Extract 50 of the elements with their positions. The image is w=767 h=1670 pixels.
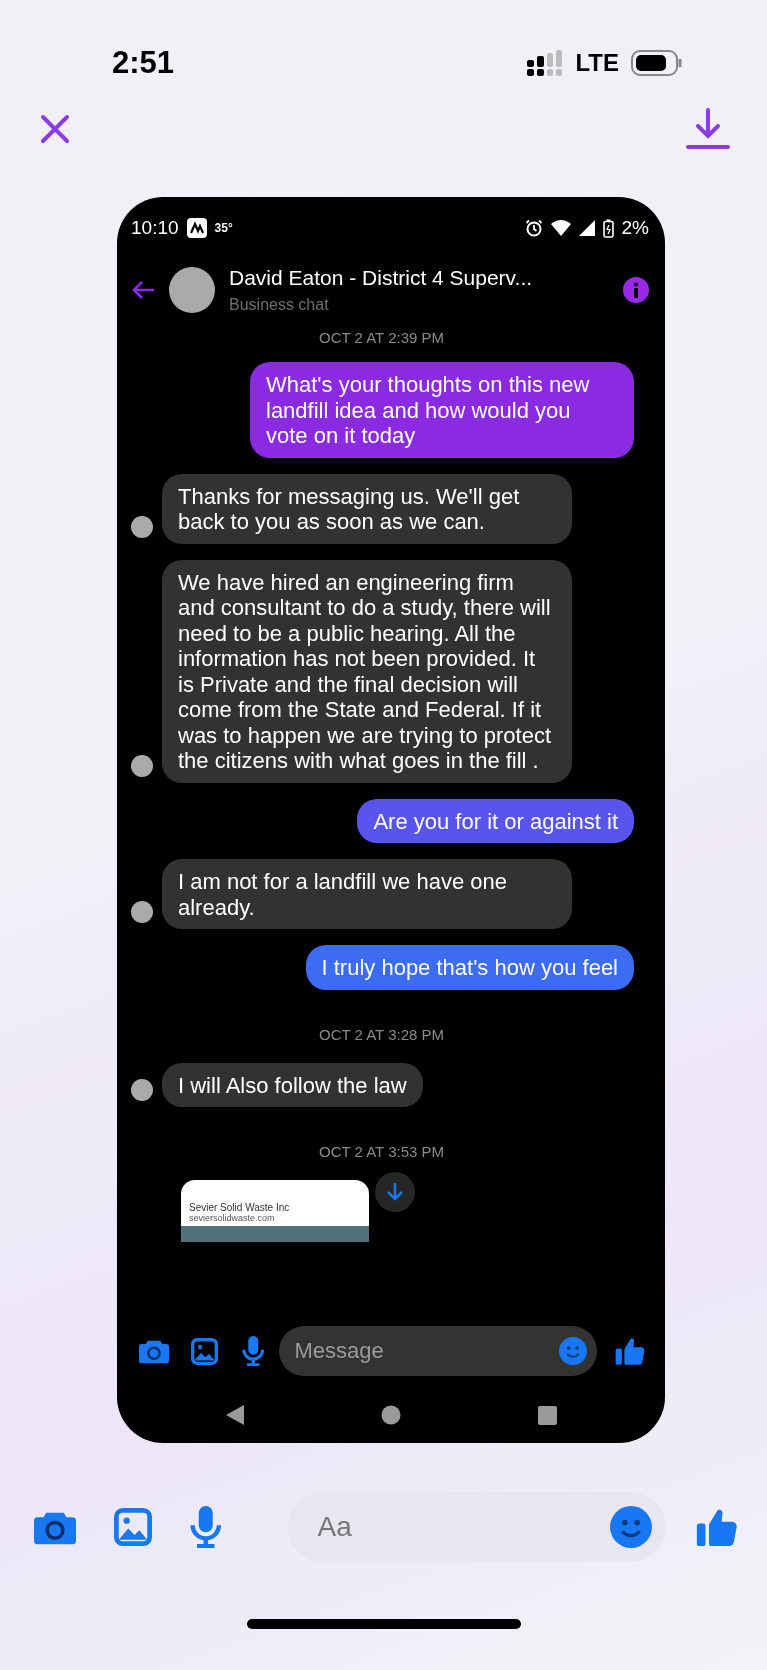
received-message: We have hired an engineering firm and consultant to do a study, there will need to be a public hearing. All the information has not been provided. It is Private and the final decision will come from the State and Federal. If it was to happen we are trying to protect the citizens with what goes in the fill . xyxy=(162,559,572,783)
page-url: seviersolidwaste.com xyxy=(189,1213,276,1223)
arrow-down-icon xyxy=(386,1182,404,1202)
microphone-icon[interactable] xyxy=(190,1506,222,1548)
signal-icon xyxy=(527,50,564,76)
home-nav-icon[interactable] xyxy=(380,1405,401,1425)
temperature: 35° xyxy=(214,221,233,235)
download-icon[interactable] xyxy=(685,108,731,150)
timestamp: OCT 2 AT 3:53 PM xyxy=(318,1143,445,1160)
avatar-photo xyxy=(131,1079,153,1101)
avatar-photo xyxy=(131,901,153,923)
alarm-icon xyxy=(524,219,543,237)
microphone-icon[interactable] xyxy=(242,1336,265,1366)
cell-signal-icon xyxy=(578,220,595,236)
received-message: Thanks for messaging us. We'll get back to you as soon as we can. xyxy=(162,473,572,544)
avatar-photo xyxy=(169,267,215,313)
recents-nav-icon[interactable] xyxy=(537,1405,557,1425)
back-arrow-icon[interactable] xyxy=(131,280,155,300)
battery-icon xyxy=(631,50,683,76)
contact-name: David Eaton - District 4 Superv... xyxy=(229,266,534,290)
camera-icon[interactable] xyxy=(139,1338,169,1364)
received-message: I am not for a landfill we have one already. xyxy=(162,859,572,929)
thumbs-up-icon[interactable] xyxy=(614,1336,645,1366)
received-message: I will Also follow the law xyxy=(162,1062,423,1107)
sent-message: I truly hope that's how you feel xyxy=(305,945,634,990)
status-time: 2:51 xyxy=(112,45,175,81)
timestamp: OCT 2 AT 2:39 PM xyxy=(318,329,445,346)
sent-message: What's your thoughts on this new landfill idea and how would you vote on it today xyxy=(250,362,634,458)
status-time: 10:10 xyxy=(131,217,179,239)
chat-subtitle: Business chat xyxy=(229,296,330,314)
network-label: LTE xyxy=(575,49,619,77)
back-nav-icon[interactable] xyxy=(225,1405,244,1425)
info-icon[interactable] xyxy=(623,277,649,303)
scroll-down-button[interactable] xyxy=(375,1172,415,1212)
close-icon[interactable] xyxy=(40,114,70,144)
image-icon[interactable] xyxy=(191,1337,218,1365)
emoji-icon[interactable] xyxy=(609,1506,652,1548)
weather-app-icon xyxy=(186,218,207,238)
avatar-photo xyxy=(131,754,153,777)
battery-percentage: 2% xyxy=(621,217,649,239)
avatar-photo xyxy=(131,515,153,538)
timestamp: OCT 2 AT 3:28 PM xyxy=(318,1025,445,1043)
message-field[interactable]: Aa xyxy=(287,1492,666,1562)
page-title: Sevier Solid Waste Inc xyxy=(189,1202,290,1213)
screenshot-thumbnail[interactable]: Sevier Solid Waste Inc seviersolidwaste.com xyxy=(181,1180,369,1242)
battery-icon xyxy=(602,218,614,238)
message-field[interactable]: Message xyxy=(278,1326,597,1376)
sent-message: Are you for it or against it xyxy=(357,798,634,843)
image-icon[interactable] xyxy=(114,1508,152,1546)
wifi-icon xyxy=(550,220,571,236)
